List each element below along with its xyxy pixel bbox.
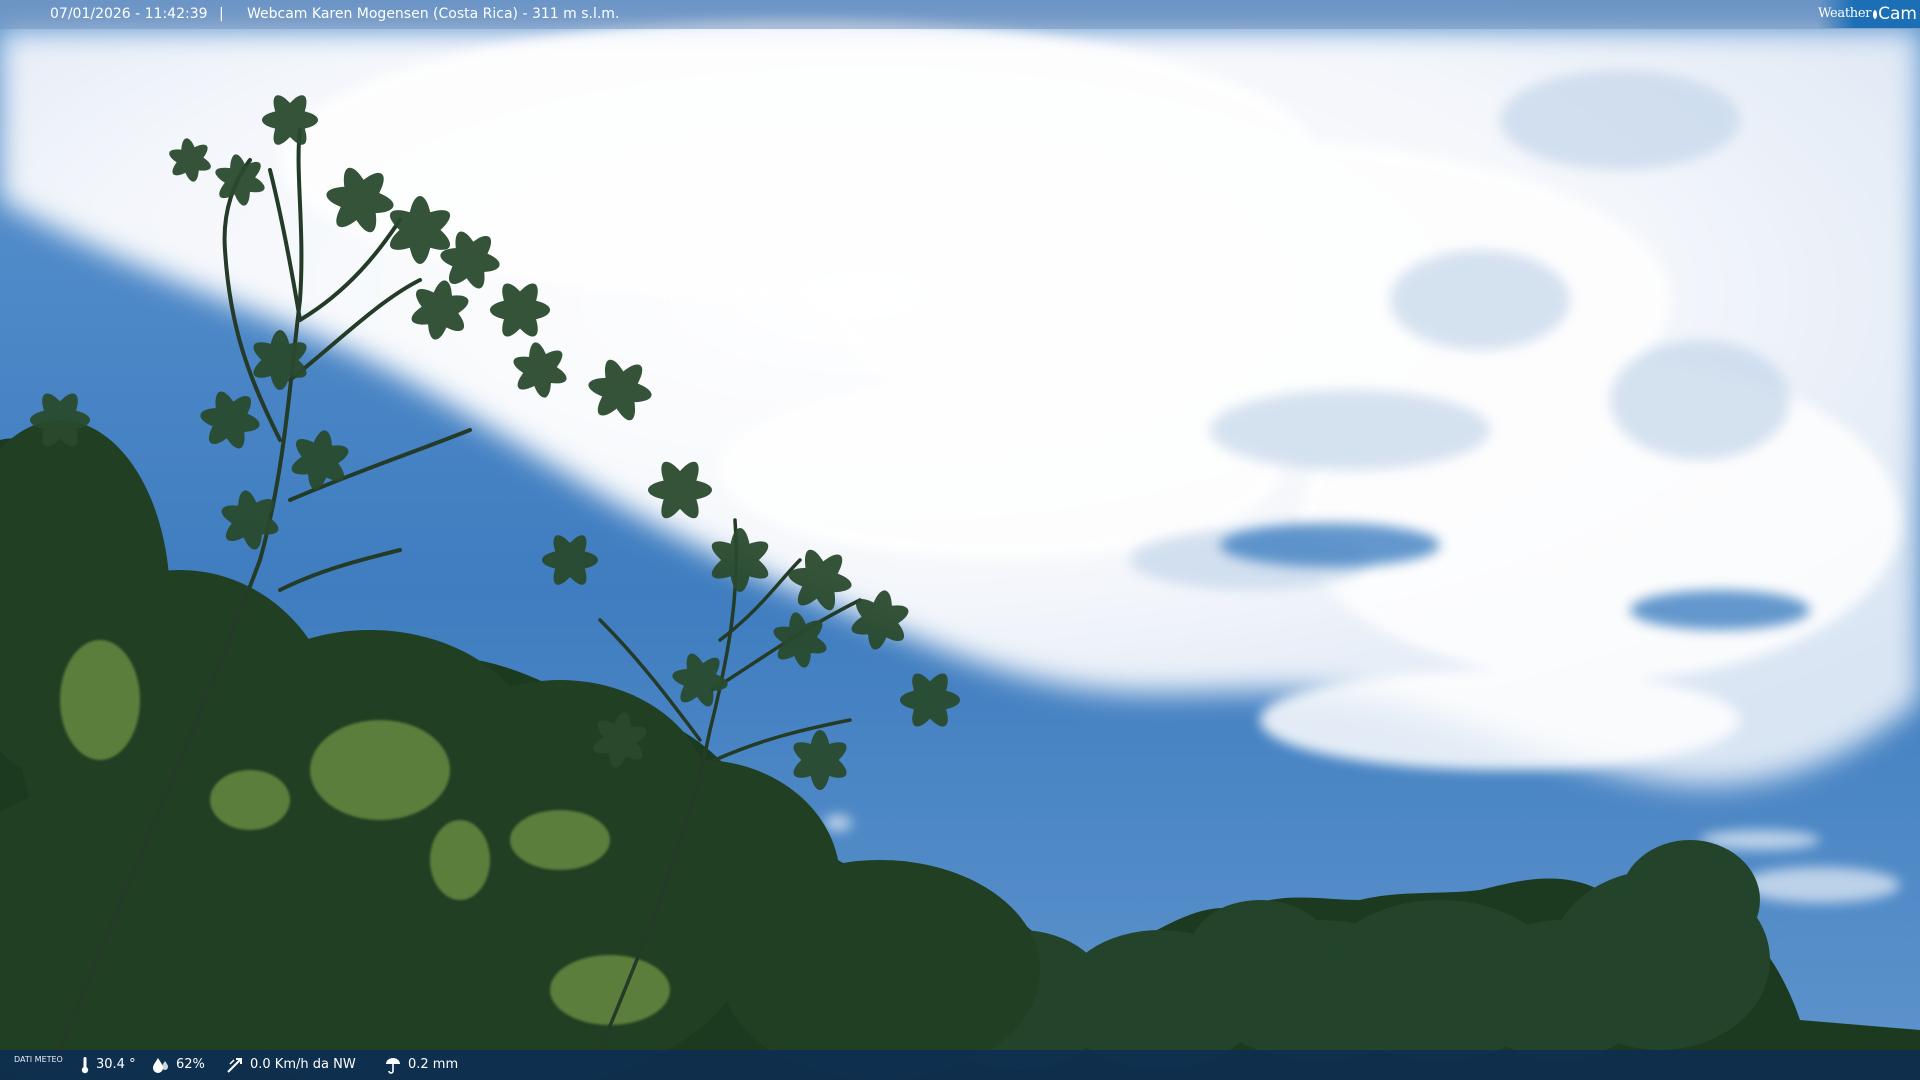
separator: | <box>219 6 224 22</box>
camera-title: Webcam Karen Mogensen (Costa Rica) - 311… <box>247 6 620 22</box>
wind-icon <box>226 1056 244 1074</box>
logo-text-weather: Weather <box>1817 6 1872 21</box>
thermometer-icon <box>80 1056 90 1074</box>
wind-reading: 0.0 Km/h da NW <box>226 1050 356 1080</box>
top-overlay-bar: 07/01/2026 - 11:42:39 | Webcam Karen Mog… <box>0 0 1920 29</box>
humidity-drop-icon <box>152 1057 170 1073</box>
globe-icon <box>1873 9 1878 19</box>
temperature-reading: 30.4 ° <box>80 1050 136 1080</box>
rain-value: 0.2 mm <box>408 1057 459 1072</box>
temperature-value: 30.4 ° <box>96 1057 136 1072</box>
webcam-frame: 07/01/2026 - 11:42:39 | Webcam Karen Mog… <box>0 0 1920 1080</box>
weathercam-logo: Weather Cam <box>1818 0 1920 28</box>
wind-value: 0.0 Km/h da NW <box>250 1057 356 1072</box>
humidity-reading: 62% <box>152 1050 205 1080</box>
humidity-value: 62% <box>176 1057 205 1072</box>
rain-reading: 0.2 mm <box>384 1050 458 1080</box>
rain-icon <box>384 1056 402 1074</box>
webcam-image <box>0 0 1920 1080</box>
meteo-label: DATI METEO <box>14 1055 63 1064</box>
logo-text-cam: Cam <box>1878 4 1917 24</box>
weather-data-bar: DATI METEO 30.4 ° 62% 0.0 Km/h da NW 0.2… <box>0 1050 1920 1080</box>
timestamp: 07/01/2026 - 11:42:39 <box>50 6 208 22</box>
